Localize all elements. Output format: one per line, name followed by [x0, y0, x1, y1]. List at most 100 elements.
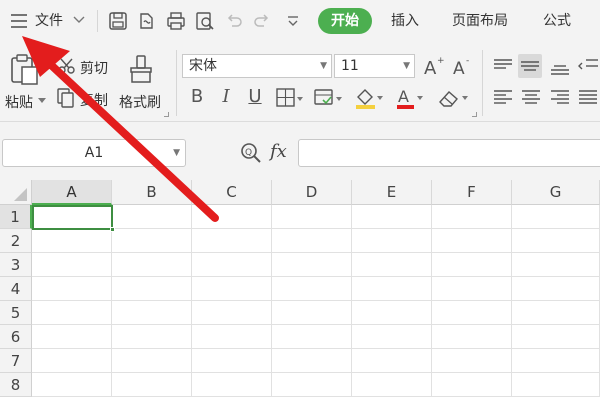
grid-cell[interactable] [352, 301, 432, 325]
grid-cell[interactable] [192, 229, 272, 253]
grid-cell[interactable] [512, 229, 600, 253]
clipboard-group-launcher[interactable] [164, 112, 169, 117]
column-header[interactable]: D [272, 180, 352, 205]
chevron-down-icon[interactable]: ▼ [173, 140, 180, 166]
customize-toolbar-icon[interactable] [286, 14, 300, 28]
column-header[interactable]: A [32, 180, 112, 205]
grid-cell[interactable] [192, 349, 272, 373]
align-left-button[interactable] [491, 85, 515, 109]
font-size-select[interactable]: 11 ▼ [334, 54, 415, 78]
tab-home[interactable]: 开始 [318, 8, 372, 34]
grid-cell[interactable] [112, 205, 192, 229]
grid-cell[interactable] [352, 205, 432, 229]
grid-cell[interactable] [432, 253, 512, 277]
print-icon[interactable] [166, 11, 186, 31]
eraser-icon[interactable] [437, 86, 469, 110]
fill-color-icon[interactable] [354, 86, 384, 110]
grid-cell[interactable] [272, 277, 352, 301]
grid-cell[interactable] [112, 229, 192, 253]
grid-cell[interactable] [32, 373, 112, 397]
grid-cell[interactable] [272, 349, 352, 373]
grid-cell[interactable] [352, 349, 432, 373]
copy-button[interactable]: 复制 [80, 90, 108, 110]
copy-icon[interactable] [57, 88, 75, 108]
format-painter-button[interactable]: 格式刷 [119, 92, 161, 112]
grid-cell[interactable] [432, 373, 512, 397]
align-middle-button[interactable] [518, 54, 542, 78]
cut-button[interactable]: 剪切 [80, 58, 108, 78]
align-center-button[interactable] [519, 85, 543, 109]
column-header[interactable]: C [192, 180, 272, 205]
grid-cell[interactable] [112, 301, 192, 325]
grid-cell[interactable] [352, 277, 432, 301]
grid-cell[interactable] [272, 325, 352, 349]
grid-cell[interactable] [192, 325, 272, 349]
tab-formulas[interactable]: 公式 [543, 10, 571, 32]
tab-insert[interactable]: 插入 [391, 10, 419, 32]
grid-cell[interactable] [32, 349, 112, 373]
decrease-font-size-icon[interactable]: A- [451, 54, 475, 78]
column-header[interactable]: E [352, 180, 432, 205]
row-header[interactable]: 7 [0, 349, 32, 373]
chevron-down-icon[interactable] [38, 98, 46, 104]
select-all-button[interactable] [0, 180, 32, 205]
format-painter-icon[interactable] [128, 54, 154, 84]
grid-cell[interactable] [512, 253, 600, 277]
row-header[interactable]: 8 [0, 373, 32, 397]
grid-cell[interactable] [352, 373, 432, 397]
grid-cell[interactable] [32, 301, 112, 325]
grid-cell[interactable] [112, 277, 192, 301]
name-box[interactable]: A1 ▼ [2, 139, 186, 167]
file-menu[interactable]: 文件 [35, 10, 63, 32]
increase-font-size-icon[interactable]: A + [422, 54, 446, 78]
grid-cell[interactable] [512, 349, 600, 373]
wrap-text-button[interactable] [576, 54, 600, 78]
grid-cell[interactable] [272, 253, 352, 277]
grid-cell[interactable] [512, 205, 600, 229]
active-cell-outline[interactable] [32, 205, 115, 232]
formula-input[interactable] [298, 139, 600, 167]
grid-cell[interactable] [432, 349, 512, 373]
font-name-select[interactable]: 宋体 ▼ [182, 54, 332, 78]
row-header[interactable]: 6 [0, 325, 32, 349]
grid-cell[interactable] [32, 229, 112, 253]
scissors-icon[interactable] [58, 57, 76, 75]
grid-cell[interactable] [32, 277, 112, 301]
spreadsheet-grid[interactable]: ABCDEFG 12345678 [0, 180, 600, 400]
justify-button[interactable] [576, 85, 600, 109]
font-group-launcher[interactable] [472, 112, 477, 117]
column-header[interactable]: G [512, 180, 600, 205]
export-pdf-icon[interactable] [137, 11, 157, 31]
grid-cell[interactable] [432, 325, 512, 349]
grid-cell[interactable] [112, 325, 192, 349]
undo-icon[interactable] [225, 12, 243, 30]
paste-icon[interactable] [9, 54, 39, 86]
grid-cell[interactable] [192, 373, 272, 397]
grid-cell[interactable] [512, 373, 600, 397]
italic-button[interactable]: I [214, 85, 238, 109]
grid-cell[interactable] [192, 253, 272, 277]
grid-cell[interactable] [432, 301, 512, 325]
grid-cell[interactable] [352, 229, 432, 253]
insert-function-button[interactable]: fx [270, 141, 287, 162]
column-header[interactable]: F [432, 180, 512, 205]
column-header[interactable]: B [112, 180, 192, 205]
font-color-icon[interactable]: A [395, 86, 425, 110]
grid-cell[interactable] [192, 301, 272, 325]
tab-page-layout[interactable]: 页面布局 [452, 10, 508, 32]
grid-cell[interactable] [112, 253, 192, 277]
paste-button[interactable]: 粘贴 [5, 92, 33, 112]
chevron-down-icon[interactable] [73, 15, 85, 25]
grid-cell[interactable] [112, 349, 192, 373]
fill-handle[interactable] [110, 227, 115, 232]
borders-icon[interactable] [276, 88, 304, 108]
row-header[interactable]: 3 [0, 253, 32, 277]
cell-style-icon[interactable] [314, 88, 344, 108]
align-right-button[interactable] [548, 85, 572, 109]
align-bottom-button[interactable] [548, 54, 572, 78]
grid-cell[interactable] [272, 301, 352, 325]
redo-icon[interactable] [253, 12, 271, 30]
hamburger-menu-icon[interactable] [10, 13, 28, 29]
print-preview-icon[interactable] [195, 11, 215, 31]
underline-button[interactable]: U [243, 85, 267, 109]
